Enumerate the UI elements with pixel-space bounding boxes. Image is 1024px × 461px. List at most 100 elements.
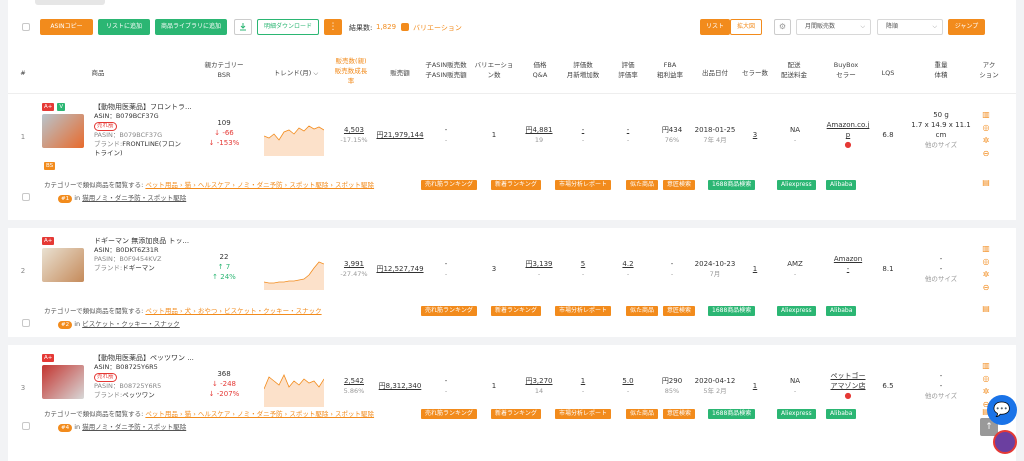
rating-value[interactable]: 5.0 (610, 376, 646, 386)
save-icon[interactable]: ▤ (981, 302, 991, 315)
tool-tag[interactable]: 売れ筋ランキング (421, 409, 477, 419)
product-title[interactable]: 【動物用医薬品】フロントラ... (94, 103, 192, 112)
pasin-text[interactable]: PASIN：B079BCF37G (94, 131, 192, 140)
tool-tag[interactable]: 意匠検索 (663, 180, 696, 190)
col-buybox[interactable]: BuyBox セラー (821, 60, 871, 80)
select-all-checkbox[interactable] (22, 23, 30, 31)
avatar-icon[interactable] (993, 430, 1017, 454)
more-menu-button[interactable]: ⋮ (324, 19, 342, 35)
tool-tag[interactable]: 新着ランキング (491, 306, 541, 316)
tool-tag[interactable]: 似た商品 (626, 306, 659, 316)
tool-tag[interactable]: Alibaba (826, 180, 857, 190)
trend-sparkline[interactable] (264, 116, 324, 156)
product-title[interactable]: 【動物用医薬品】ペッツワン ... (94, 354, 194, 363)
sales-value[interactable]: 2,542 (330, 376, 378, 386)
buybox-seller-cont[interactable]: - (820, 264, 876, 274)
revenue-value[interactable]: 円21,979,144 (373, 130, 427, 140)
col-sellers[interactable]: セラー数 (738, 68, 772, 78)
tool-tag[interactable]: 1688商品検索 (708, 180, 756, 190)
sort-field-select[interactable]: 月間販売数 ⌵ (796, 19, 871, 35)
col-date[interactable]: 出品日付 (692, 68, 738, 78)
col-child-asin[interactable]: 子ASIN販売数 子ASIN販売額 (421, 60, 471, 80)
tool-tag[interactable]: Aliexpress (777, 180, 816, 190)
asin-text[interactable]: ASIN：B08725Y6R5 (94, 363, 194, 372)
view-list-toggle[interactable]: リスト (700, 19, 730, 35)
asin-copy-button[interactable]: ASINコピー (40, 19, 93, 35)
buybox-seller-cont[interactable]: p (820, 130, 876, 140)
variation-checkbox[interactable] (401, 23, 409, 31)
tool-tag[interactable]: 市場分析レポート (555, 180, 612, 190)
col-price[interactable]: 価格 Q&A (520, 60, 560, 80)
brand-name[interactable]: ペッツワン (122, 391, 155, 399)
tool-tag[interactable]: 1688商品検索 (708, 306, 756, 316)
chart-icon[interactable]: ▥ (981, 242, 991, 255)
col-rating[interactable]: 評価 評価率 (608, 60, 648, 80)
revenue-value[interactable]: 円8,312,340 (373, 381, 427, 391)
view-large-toggle[interactable]: 拡大図 (730, 19, 762, 35)
price-value[interactable]: 円3,270 (516, 376, 562, 386)
seller-count[interactable]: 1 (744, 381, 766, 391)
sales-value[interactable]: 4,503 (330, 125, 378, 135)
tool-tag[interactable]: Alibaba (826, 306, 857, 316)
tool-tag[interactable]: 似た商品 (626, 409, 659, 419)
tool-tag[interactable]: Aliexpress (777, 306, 816, 316)
settings-icon[interactable]: ✲ (981, 385, 991, 398)
tool-tag[interactable]: 似た商品 (626, 180, 659, 190)
col-parent-bsr[interactable]: 親カテゴリー BSR (195, 60, 253, 80)
settings-button[interactable]: ⚙ (774, 19, 791, 35)
col-weight[interactable]: 重量 体積 (911, 60, 971, 80)
remove-icon[interactable]: ⊖ (981, 147, 991, 160)
location-icon[interactable]: ◎ (981, 372, 991, 385)
rating-value[interactable]: - (610, 125, 646, 135)
chat-button[interactable]: 💬 (987, 395, 1017, 425)
seller-count[interactable]: 3 (744, 130, 766, 140)
row-checkbox[interactable] (22, 193, 30, 201)
asin-text[interactable]: ASIN：B079BCF37G (94, 112, 192, 121)
rank-category[interactable]: 猫用ノミ・ダニ予防・スポット駆除 (82, 423, 186, 431)
tool-tag[interactable]: 意匠検索 (663, 409, 696, 419)
rating-value[interactable]: 4.2 (610, 259, 646, 269)
row-checkbox[interactable] (22, 319, 30, 327)
other-sizes-link[interactable]: 他のサイズ (908, 274, 974, 284)
remove-icon[interactable]: ⊖ (981, 281, 991, 294)
tool-tag[interactable]: 新着ランキング (491, 409, 541, 419)
rank-category[interactable]: ビスケット・クッキー・スナック (82, 320, 180, 328)
buybox-seller[interactable]: Amazon (820, 254, 876, 264)
col-variations[interactable]: バリエーショ ン数 (471, 60, 517, 80)
brand-name[interactable]: ドギーマン (122, 264, 155, 272)
add-to-library-button[interactable]: 商品ライブラリに追加 (155, 19, 227, 35)
price-value[interactable]: 円4,881 (516, 125, 562, 135)
settings-icon[interactable]: ✲ (981, 268, 991, 281)
rank-category[interactable]: 猫用ノミ・ダニ予防・スポット駆除 (82, 194, 186, 202)
product-image[interactable] (42, 248, 84, 282)
tool-tag[interactable]: 1688商品検索 (708, 409, 756, 419)
pasin-text[interactable]: PASIN：B08725Y6R5 (94, 382, 194, 391)
tool-tag[interactable]: 新着ランキング (491, 180, 541, 190)
col-reviews[interactable]: 評価数 月新増加数 (560, 60, 606, 80)
download-icon-button[interactable] (234, 19, 252, 35)
col-shipping[interactable]: 配送 配送料金 (774, 60, 814, 80)
save-icon[interactable]: ▤ (981, 176, 991, 189)
trend-sparkline[interactable] (264, 367, 324, 407)
brand-name[interactable]: FRONTLINE(フロン (122, 140, 181, 148)
trend-sparkline[interactable] (264, 250, 324, 290)
category-link[interactable]: ペット用品 › 猫 › ヘルスケア › ノミ・ダニ予防 › スポット駆除 › ス… (145, 181, 374, 189)
price-value[interactable]: 円3,139 (516, 259, 562, 269)
tool-tag[interactable]: 市場分析レポート (555, 409, 612, 419)
review-count[interactable]: 5 (564, 259, 602, 269)
sort-order-select[interactable]: 降順 ⌵ (877, 19, 943, 35)
asin-text[interactable]: ASIN：B0DKT6Z31R (94, 246, 189, 255)
col-fba[interactable]: FBA 粗利益率 (648, 60, 692, 80)
tool-tag[interactable]: 売れ筋ランキング (421, 180, 477, 190)
col-sales[interactable]: 販売数(親) 販売数成長率 (323, 56, 379, 86)
product-image[interactable] (42, 365, 84, 399)
tool-tag[interactable]: Alibaba (826, 409, 857, 419)
location-icon[interactable]: ◎ (981, 121, 991, 134)
product-image[interactable] (42, 114, 84, 148)
row-checkbox[interactable] (22, 422, 30, 430)
detail-download-button[interactable]: 明細ダウンロード (257, 19, 319, 35)
buybox-seller[interactable]: Amazon.co.j (820, 120, 876, 130)
add-to-list-button[interactable]: リストに追加 (98, 19, 150, 35)
seller-count[interactable]: 1 (744, 264, 766, 274)
category-link[interactable]: ペット用品 › 猫 › ヘルスケア › ノミ・ダニ予防 › スポット駆除 › ス… (145, 410, 374, 418)
